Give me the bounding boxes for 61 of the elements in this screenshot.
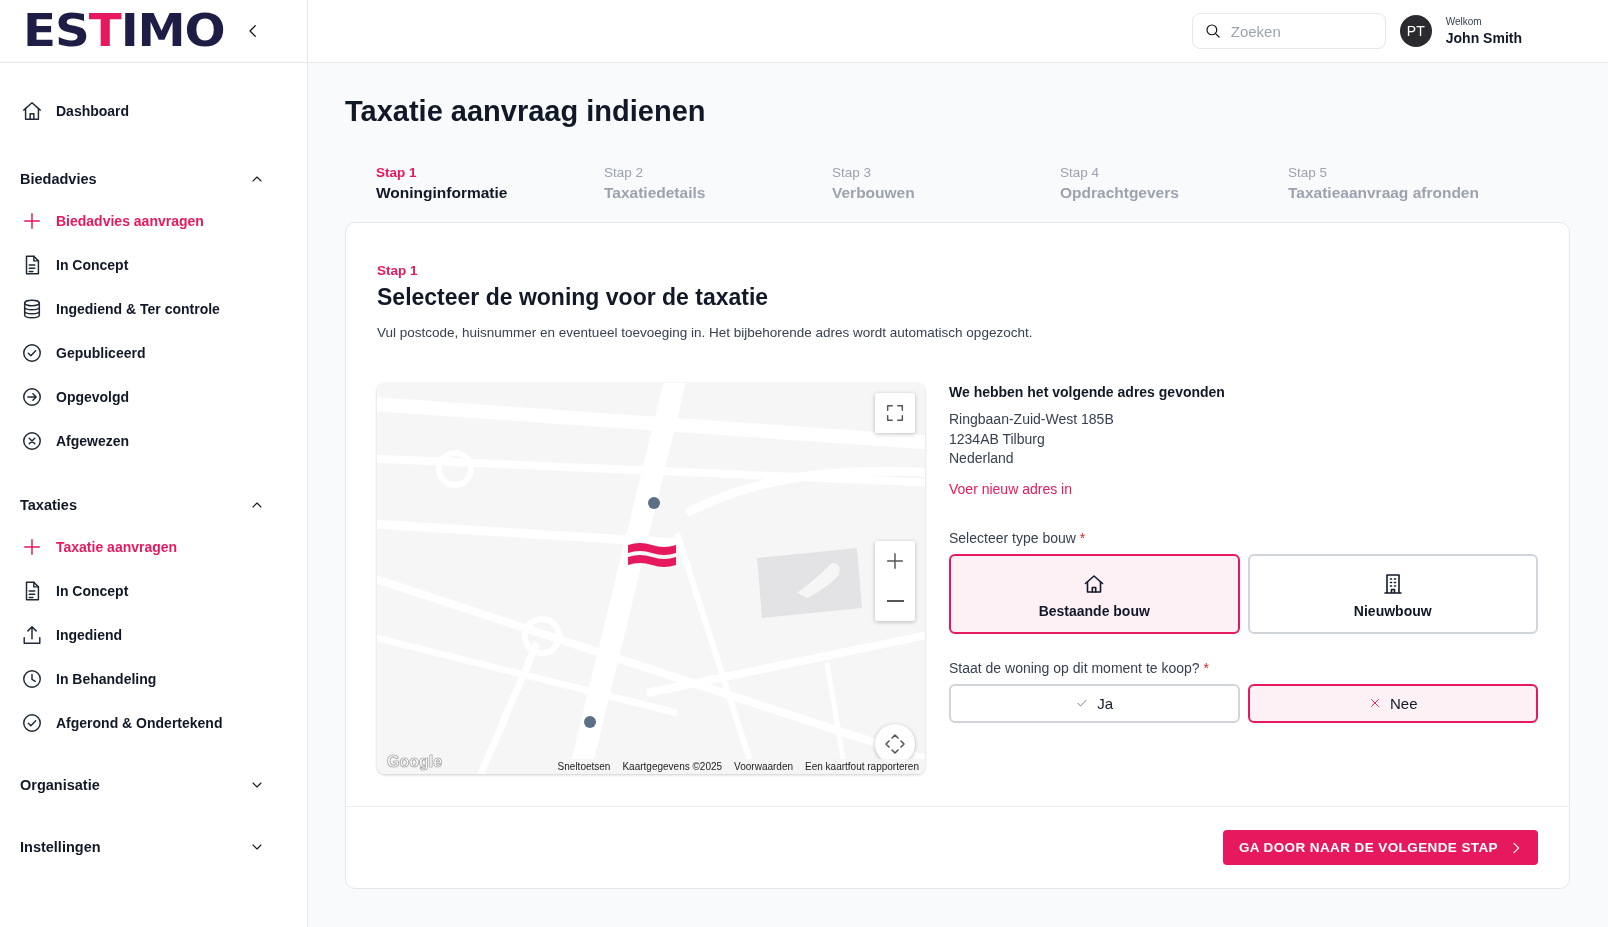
map-attribution-link[interactable]: Sneltoetsen xyxy=(551,759,617,774)
step-label: Stap 1 xyxy=(377,263,419,278)
check-circle-icon xyxy=(21,712,43,734)
user-avatar[interactable]: PT xyxy=(1399,15,1432,47)
map-attribution-link[interactable]: Een kaartfout rapporteren xyxy=(799,759,925,774)
section-header[interactable]: Organisatie xyxy=(20,765,287,805)
sidebar-item[interactable]: Ingediend & Ter controle xyxy=(20,287,287,331)
move-arrows-icon xyxy=(883,732,907,756)
sidebar-item[interactable]: Biedadvies aanvragen xyxy=(20,199,287,243)
user-name: John Smith xyxy=(1445,30,1522,46)
new-address-link[interactable]: Voer nieuw adres in xyxy=(949,480,1072,497)
marker-icon xyxy=(628,542,676,570)
plus-icon xyxy=(884,550,906,572)
sidebar-item[interactable]: Afgewezen xyxy=(20,419,287,463)
description-text: Vul postcode, huisnummer en eventueel toevoeging in. Het bijbehorende adres wordt automatisch opgezocht. xyxy=(377,325,1034,340)
next-step-button[interactable]: GA DOOR NAAR DE VOLGENDE STAP xyxy=(1222,830,1538,865)
arrow-circle-icon xyxy=(21,386,43,408)
home-icon xyxy=(21,100,43,122)
fullscreen-button[interactable] xyxy=(875,393,915,433)
option-button[interactable]: Nieuwbouw xyxy=(1247,553,1538,634)
search-icon xyxy=(1203,22,1222,40)
cross-circle-icon xyxy=(21,430,43,452)
map-attribution-link[interactable]: Voorwaarden xyxy=(728,759,800,774)
sidebar-item[interactable]: Opgevolgd xyxy=(20,375,287,419)
database-icon xyxy=(21,298,43,320)
field-label: Selecteer type bouw * xyxy=(949,529,1087,546)
sidebar-item[interactable]: In Concept xyxy=(20,569,287,613)
plus-icon xyxy=(21,536,43,558)
option-button[interactable]: Nee xyxy=(1247,683,1538,723)
minus-icon xyxy=(886,600,904,602)
sidebar-item[interactable]: Dashboard xyxy=(20,89,287,133)
section-header[interactable]: Taxaties xyxy=(20,485,287,525)
field-label: Staat de woning op dit moment te koop? * xyxy=(949,659,1210,676)
address-line: 1234AB Tilburg xyxy=(949,429,1046,449)
sidebar-item[interactable]: In Concept xyxy=(20,243,287,287)
sidebar-item[interactable]: Afgerond & Ondertekend xyxy=(20,701,287,745)
plus-icon xyxy=(21,210,43,232)
section-header[interactable]: Instellingen xyxy=(20,827,287,867)
address-line: Nederland xyxy=(949,449,1015,468)
fullscreen-icon xyxy=(884,402,906,424)
sidebar-item[interactable]: Taxatie aanvragen xyxy=(20,525,287,569)
card-heading: Selecteer de woning voor de taxatie xyxy=(377,284,770,311)
section-header[interactable]: Biedadvies xyxy=(20,159,287,199)
logo: ESTIMO xyxy=(23,9,225,53)
sidebar-item[interactable]: Ingediend xyxy=(20,613,287,657)
map-logo: Google xyxy=(387,753,443,771)
page-title: Taxatie aanvraag indienen xyxy=(345,95,707,128)
address-line: Ringbaan-Zuid-West 185B xyxy=(949,410,1115,429)
sidebar-item[interactable]: Gepubliceerd xyxy=(20,331,287,375)
greeting-text: Welkom xyxy=(1445,16,1483,27)
clock-icon xyxy=(21,668,43,690)
upload-icon xyxy=(21,624,43,646)
search-field[interactable]: Zoeken xyxy=(1191,13,1386,49)
option-button[interactable]: Ja xyxy=(949,683,1240,723)
step-tab[interactable]: Stap 1 Woninginformatie xyxy=(376,165,604,222)
check-circle-icon xyxy=(21,342,43,364)
option-button[interactable]: Bestaande bouw xyxy=(949,553,1240,634)
sidebar-item[interactable]: In Behandeling xyxy=(20,657,287,701)
map-attribution-link[interactable]: Kaartgegevens ©2025 xyxy=(616,759,729,774)
cross-icon xyxy=(1368,696,1382,710)
address-heading: We hebben het volgende adres gevonden xyxy=(949,384,1226,400)
